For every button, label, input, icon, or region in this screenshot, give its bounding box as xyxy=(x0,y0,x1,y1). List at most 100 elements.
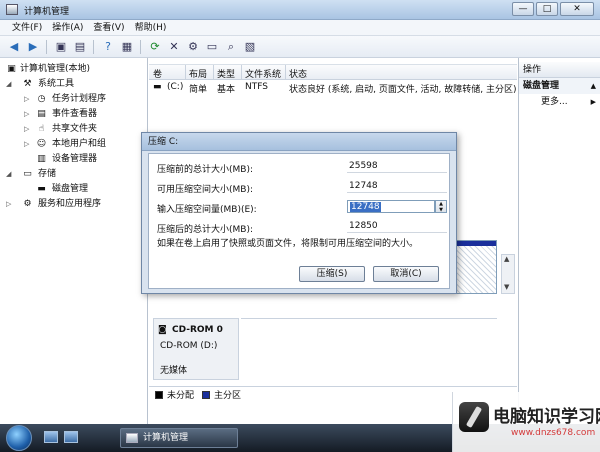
properties-icon[interactable]: ▦ xyxy=(119,39,135,55)
scroll-up-icon[interactable]: ▲ xyxy=(504,255,509,263)
tree-item-services[interactable]: ▷ ⚙ 服务和应用程序 xyxy=(0,197,147,212)
column-volume[interactable]: 卷 xyxy=(153,67,162,80)
tree-item-task-scheduler[interactable]: ▷ ◷ 任务计划程序 xyxy=(0,92,147,107)
column-divider[interactable] xyxy=(241,65,242,80)
delete-icon[interactable]: ✕ xyxy=(166,39,182,55)
collapse-up-icon[interactable]: ▲ xyxy=(591,78,596,94)
collapse-icon[interactable]: ◢ xyxy=(6,167,11,182)
computer-management-icon xyxy=(126,433,138,443)
menu-action[interactable]: 操作(A) xyxy=(52,20,83,35)
cdrom-icon: ◙ xyxy=(158,325,167,335)
taskbar-computer-management[interactable]: 计算机管理 xyxy=(120,428,238,448)
chevron-right-icon: ▶ xyxy=(590,98,596,106)
menu-view[interactable]: 查看(V) xyxy=(93,20,124,35)
export-icon[interactable]: ▧ xyxy=(242,39,258,55)
navigation-tree: ▣ 计算机管理(本地) ◢ ⚒ 系统工具 ▷ ◷ 任务计划程序 ▷ ▤ 事件查看… xyxy=(0,58,148,424)
watermark: 电脑知识学习网 www.dnzs678.com xyxy=(452,392,600,452)
computer-management-icon xyxy=(6,4,18,15)
window-controls: — □ ✕ xyxy=(512,2,594,16)
total-size-before-row: 压缩前的总计大小(MB): 25598 xyxy=(157,160,447,175)
watermark-url: www.dnzs678.com xyxy=(511,428,596,438)
tree-item-local-users[interactable]: ▷ ☺ 本地用户和组 xyxy=(0,137,147,152)
tree-item-device-manager[interactable]: ▥ 设备管理器 xyxy=(0,152,147,167)
column-divider[interactable] xyxy=(185,65,186,80)
tree-item-event-viewer[interactable]: ▷ ▤ 事件查看器 xyxy=(0,107,147,122)
shrink-amount-input[interactable]: 12748 xyxy=(347,200,435,213)
refresh-icon[interactable]: ⟳ xyxy=(147,39,163,55)
shrink-amount-row: 输入压缩空间量(MB)(E): 12748 ▲ ▼ xyxy=(157,200,447,215)
column-filesystem[interactable]: 文件系统 xyxy=(245,67,281,80)
start-button[interactable] xyxy=(6,425,32,451)
open-icon[interactable]: ▭ xyxy=(204,39,220,55)
total-size-before-value: 25598 xyxy=(347,160,447,173)
disk-icon: ▬ xyxy=(37,184,46,194)
minimize-button[interactable]: — xyxy=(512,2,534,16)
column-divider[interactable] xyxy=(213,65,214,80)
legend-primary: 主分区 xyxy=(214,391,242,401)
scroll-down-icon[interactable]: ▼ xyxy=(504,283,509,291)
column-layout[interactable]: 布局 xyxy=(189,67,207,80)
storage-icon: ▭ xyxy=(23,169,32,179)
show-tree-icon[interactable]: ▤ xyxy=(72,39,88,55)
show-desktop-icon[interactable] xyxy=(44,431,58,443)
collapse-icon[interactable]: ◢ xyxy=(6,77,11,92)
actions-more[interactable]: 更多... ▶ xyxy=(519,94,600,110)
expand-icon[interactable]: ▷ xyxy=(6,197,11,212)
tree-item-shared-folders[interactable]: ▷ ☝ 共享文件夹 xyxy=(0,122,147,137)
expand-icon[interactable]: ▷ xyxy=(24,107,29,122)
menu-bar: 文件(F) 操作(A) 查看(V) 帮助(H) xyxy=(0,20,600,36)
tools-icon: ⚒ xyxy=(23,79,32,89)
expand-icon[interactable]: ▷ xyxy=(24,137,29,152)
column-status[interactable]: 状态 xyxy=(289,67,307,80)
cdrom-disk-label[interactable]: ◙ CD-ROM 0 CD-ROM (D:) 无媒体 xyxy=(153,318,239,380)
title-bar: 计算机管理 — □ ✕ xyxy=(0,0,600,20)
available-shrink-row: 可用压缩空间大小(MB): 12748 xyxy=(157,180,447,195)
legend-swatch-primary xyxy=(202,390,211,399)
tree-item-storage[interactable]: ◢ ▭ 存储 xyxy=(0,167,147,182)
cdrom-status: 无媒体 xyxy=(160,366,188,376)
users-icon: ☺ xyxy=(36,139,47,149)
volume-table-header: 卷 布局 类型 文件系统 状态 xyxy=(149,64,517,80)
tree-root[interactable]: ▣ 计算机管理(本地) xyxy=(0,62,147,77)
actions-disk-management[interactable]: 磁盘管理 ▲ xyxy=(519,78,600,94)
expand-icon[interactable]: ▷ xyxy=(24,92,29,107)
toolbar-separator xyxy=(140,39,142,54)
actions-header: 操作 xyxy=(519,62,600,78)
settings-icon[interactable]: ⚙ xyxy=(185,39,201,55)
switch-windows-icon[interactable] xyxy=(64,431,78,443)
pen-logo-icon xyxy=(459,402,489,432)
dialog-title: 压缩 C: xyxy=(142,133,456,151)
tree-item-disk-management[interactable]: ▬ 磁盘管理 xyxy=(0,182,147,197)
column-type[interactable]: 类型 xyxy=(217,67,235,80)
tree-item-system-tools[interactable]: ◢ ⚒ 系统工具 xyxy=(0,77,147,92)
legend-swatch-unallocated xyxy=(155,390,163,399)
help-icon[interactable]: ? xyxy=(100,39,116,55)
back-icon[interactable]: ◀ xyxy=(6,39,22,55)
menu-help[interactable]: 帮助(H) xyxy=(135,20,167,35)
total-size-after-value: 12850 xyxy=(347,220,447,233)
shrink-amount-stepper[interactable]: ▲ ▼ xyxy=(435,200,447,213)
table-row[interactable]: ▬ (C:) 简单 基本 NTFS 状态良好 (系统, 启动, 页面文件, 活动… xyxy=(149,80,517,95)
vertical-scrollbar[interactable]: ▲ ▼ xyxy=(501,254,515,294)
forward-icon[interactable]: ▶ xyxy=(25,39,41,55)
window-title: 计算机管理 xyxy=(24,7,70,17)
cdrom-volume-area[interactable] xyxy=(241,318,497,380)
compress-button[interactable]: 压缩(S) xyxy=(299,266,365,282)
column-divider[interactable] xyxy=(285,65,286,80)
cdrom-name: CD-ROM 0 xyxy=(172,325,223,335)
actions-panel: 操作 磁盘管理 ▲ 更多... ▶ xyxy=(518,58,600,424)
dialog-note: 如果在卷上启用了快照或页面文件，将限制可用压缩空间的大小。 xyxy=(157,239,419,249)
up-icon[interactable]: ▣ xyxy=(53,39,69,55)
maximize-button[interactable]: □ xyxy=(536,2,558,16)
clock-icon: ◷ xyxy=(37,94,46,104)
expand-icon[interactable]: ▷ xyxy=(24,122,29,137)
device-icon: ▥ xyxy=(37,154,46,164)
search-icon[interactable]: ⌕ xyxy=(223,39,239,55)
disk-line-icon: ▬ xyxy=(153,82,162,92)
legend-unallocated: 未分配 xyxy=(167,391,195,401)
hand-cursor-icon: ☝ xyxy=(38,124,45,134)
menu-file[interactable]: 文件(F) xyxy=(12,20,42,35)
cancel-button[interactable]: 取消(C) xyxy=(373,266,439,282)
close-button[interactable]: ✕ xyxy=(560,2,594,16)
shrink-dialog: 压缩 C: 压缩前的总计大小(MB): 25598 可用压缩空间大小(MB): … xyxy=(141,132,457,294)
